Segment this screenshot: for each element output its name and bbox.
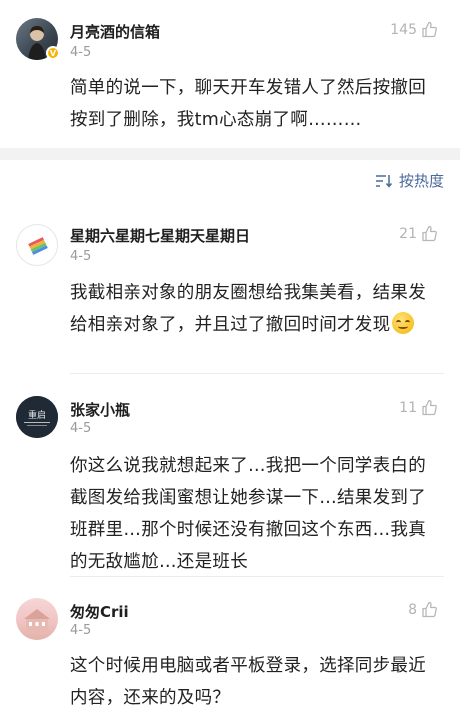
avatar[interactable]: 重启 (16, 396, 58, 438)
divider (70, 576, 444, 577)
avatar-image: 重启 (16, 396, 58, 438)
comment-text: 简单的说一下，聊天开车发错人了然后按撤回按到了删除，我tm心态崩了啊……… (70, 78, 426, 130)
avatar[interactable] (16, 224, 58, 266)
section-divider (0, 148, 460, 160)
like-button[interactable]: 8 (408, 601, 438, 618)
smile-emoji-icon (392, 312, 415, 334)
like-count: 8 (408, 601, 417, 618)
divider (70, 373, 444, 374)
user-name[interactable]: 月亮酒的信箱 (70, 21, 160, 42)
svg-text:重启: 重启 (28, 409, 46, 421)
like-button[interactable]: 145 (390, 21, 438, 38)
user-name[interactable]: 星期六星期七星期天星期日 (70, 225, 250, 246)
like-button[interactable]: 21 (399, 225, 438, 242)
avatar-image (24, 609, 50, 632)
user-name[interactable]: 匆匆Crii (70, 601, 129, 622)
comment-text-content: 我截相亲对象的朋友圈想给我集美看，结果发给相亲对象了，并且过了撤回时间才发现 (70, 283, 426, 335)
like-count: 11 (399, 399, 417, 416)
thumbs-up-icon (422, 601, 437, 618)
thumbs-up-icon (422, 21, 437, 38)
comment-text: 你这么说我就想起来了…我把一个同学表白的截图发给我闺蜜想让她参谋一下…结果发到了… (70, 456, 426, 572)
sort-icon (375, 174, 393, 188)
like-count: 21 (399, 225, 417, 242)
sort-toggle[interactable]: 按热度 (375, 170, 444, 191)
avatar[interactable] (16, 598, 58, 640)
sort-label: 按热度 (398, 172, 444, 190)
user-name[interactable]: 张家小瓶 (70, 399, 130, 420)
like-count: 145 (390, 21, 417, 38)
comment-date: 4-5 (70, 623, 92, 638)
thumbs-up-icon (422, 225, 437, 242)
verified-badge-icon: V (46, 46, 60, 60)
comment-date: 4-5 (70, 45, 92, 60)
comment-date: 4-5 (70, 249, 92, 264)
comment-text: 这个时候用电脑或者平板登录，选择同步最近内容，还来的及吗？ (70, 656, 426, 708)
like-button[interactable]: 11 (399, 399, 438, 416)
rainbow-icon (28, 237, 48, 255)
comment-date: 4-5 (70, 421, 92, 436)
thumbs-up-icon (422, 399, 437, 416)
comment-text: 我截相亲对象的朋友圈想给我集美看，结果发给相亲对象了，并且过了撤回时间才发现 (70, 277, 442, 341)
